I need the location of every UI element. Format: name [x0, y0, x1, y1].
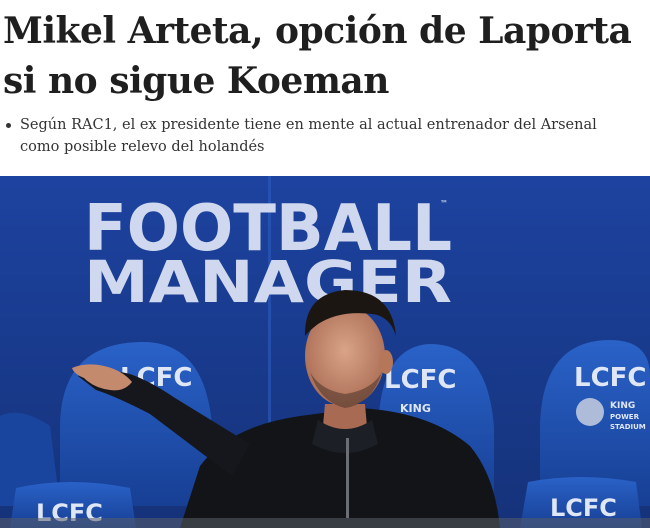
article-photo: FOOTBALL MANAGER ™ LCFC LCFC LCFC KING K…: [0, 176, 650, 528]
seat-label-front-right: LCFC: [550, 494, 617, 522]
seat-sub-right-2: POWER: [610, 413, 640, 421]
seat-sub-right-1: KING: [610, 401, 635, 411]
article-summary: Según RAC1, el ex presidente tiene en me…: [3, 114, 633, 158]
trademark-mark: ™: [440, 199, 448, 208]
bullet-icon: [6, 123, 11, 128]
seat-label-right: LCFC: [574, 363, 647, 393]
seat-sub-middle: KING: [400, 402, 431, 415]
seat-label-middle: LCFC: [384, 365, 457, 395]
summary-text: Según RAC1, el ex presidente tiene en me…: [20, 117, 597, 155]
seat-sub-right-3: STADIUM: [610, 423, 646, 431]
board-text-line2: MANAGER: [84, 248, 452, 316]
article-headline: Mikel Arteta, opción de Laporta si no si…: [3, 10, 632, 102]
crest-icon: [576, 398, 604, 426]
